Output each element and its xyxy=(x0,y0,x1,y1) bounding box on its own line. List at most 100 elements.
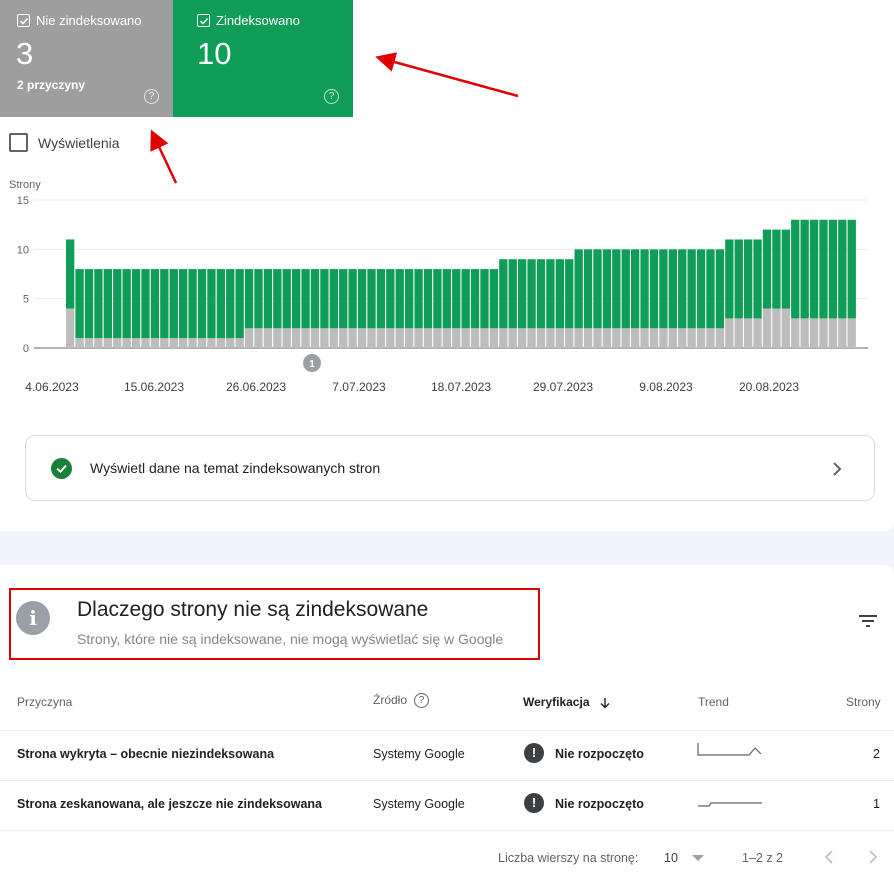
dropdown-arrow-icon[interactable] xyxy=(692,855,704,861)
bar-indexed xyxy=(809,219,819,319)
bar-indexed xyxy=(508,259,517,329)
bar-indexed xyxy=(640,249,649,329)
bar-not-indexed xyxy=(574,328,583,348)
bar-not-indexed xyxy=(753,318,762,348)
view-indexed-pages-link[interactable]: Wyświetl dane na temat zindeksowanych st… xyxy=(25,435,875,501)
bar-not-indexed xyxy=(216,338,225,348)
x-tick-label: 26.06.2023 xyxy=(226,380,286,394)
bar-indexed xyxy=(216,269,225,339)
bar-not-indexed xyxy=(329,328,338,348)
next-page-icon[interactable] xyxy=(866,848,880,866)
bar-not-indexed xyxy=(405,328,414,348)
bar-not-indexed xyxy=(706,328,715,348)
not-indexed-checkbox[interactable] xyxy=(17,14,30,27)
x-tick-label: 9.08.2023 xyxy=(639,380,693,394)
bar-not-indexed xyxy=(207,338,216,348)
bar-not-indexed xyxy=(273,328,282,348)
bar-indexed xyxy=(433,269,442,329)
row-validation: Nie rozpoczęto xyxy=(555,747,644,761)
bar-indexed xyxy=(414,269,423,329)
bar-not-indexed xyxy=(160,338,169,348)
bar-not-indexed xyxy=(536,328,546,348)
bar-indexed xyxy=(442,269,451,329)
y-tick-label: 15 xyxy=(17,195,29,207)
bar-not-indexed xyxy=(423,328,433,348)
bar-indexed xyxy=(659,249,668,329)
bar-not-indexed xyxy=(640,328,649,348)
bar-not-indexed xyxy=(461,328,470,348)
bar-indexed xyxy=(819,219,828,319)
not-indexed-tile[interactable]: Nie zindeksowano 3 2 przyczyny ? xyxy=(0,0,173,117)
bar-not-indexed xyxy=(762,308,772,348)
impressions-toggle[interactable]: Wyświetlenia xyxy=(9,133,120,152)
bar-not-indexed xyxy=(282,328,291,348)
bar-not-indexed xyxy=(583,328,593,348)
help-icon[interactable]: ? xyxy=(324,89,339,104)
bar-indexed xyxy=(744,239,753,319)
indexed-tile[interactable]: Zindeksowano 10 ? xyxy=(173,0,353,117)
bar-indexed xyxy=(583,249,593,329)
column-header-validation[interactable]: Weryfikacja xyxy=(523,695,611,709)
bar-not-indexed xyxy=(442,328,451,348)
bar-not-indexed xyxy=(696,328,706,348)
bar-not-indexed xyxy=(678,328,687,348)
help-icon[interactable]: ? xyxy=(414,693,430,709)
divider xyxy=(0,780,894,781)
bar-not-indexed xyxy=(470,328,480,348)
bar-indexed xyxy=(499,259,508,329)
bar-indexed xyxy=(150,269,160,339)
not-indexed-label: Nie zindeksowano xyxy=(36,13,142,28)
bar-not-indexed xyxy=(687,328,696,348)
bar-not-indexed xyxy=(621,328,630,348)
bar-indexed xyxy=(254,269,263,329)
bar-indexed xyxy=(348,269,357,329)
bar-indexed xyxy=(480,269,489,329)
bar-indexed xyxy=(339,269,348,329)
bar-not-indexed xyxy=(518,328,527,348)
row-source: Systemy Google xyxy=(373,797,465,811)
bar-indexed xyxy=(706,249,715,329)
bar-not-indexed xyxy=(339,328,348,348)
bar-not-indexed xyxy=(480,328,489,348)
bar-indexed xyxy=(696,249,706,329)
prev-page-icon[interactable] xyxy=(822,848,836,866)
not-indexed-reasons: 2 przyczyny xyxy=(17,78,86,92)
bar-indexed xyxy=(263,269,273,329)
row-validation: Nie rozpoczęto xyxy=(555,797,644,811)
help-icon[interactable]: ? xyxy=(144,89,159,104)
filter-icon[interactable] xyxy=(858,613,878,629)
bar-indexed xyxy=(179,269,188,339)
bar-indexed xyxy=(188,269,197,339)
column-header-reason[interactable]: Przyczyna xyxy=(17,695,72,709)
bar-not-indexed xyxy=(367,328,376,348)
exclamation-icon: ! xyxy=(524,793,544,813)
column-header-source[interactable]: Źródło? xyxy=(373,693,430,709)
bar-indexed xyxy=(536,259,546,329)
bar-indexed xyxy=(612,249,621,329)
bar-not-indexed xyxy=(734,318,743,348)
bar-not-indexed xyxy=(376,328,386,348)
bar-indexed xyxy=(310,269,320,329)
bar-not-indexed xyxy=(226,338,235,348)
bar-not-indexed xyxy=(414,328,423,348)
column-header-source-label: Źródło xyxy=(373,693,408,707)
bar-indexed xyxy=(66,239,75,309)
bar-not-indexed xyxy=(122,338,131,348)
column-header-pages[interactable]: Strony xyxy=(846,695,881,709)
impressions-checkbox[interactable] xyxy=(9,133,28,152)
rows-per-page-select[interactable]: 10 xyxy=(664,851,678,865)
bar-indexed xyxy=(762,229,772,309)
arrow-to-indexed xyxy=(375,52,519,98)
chevron-right-icon xyxy=(833,462,842,476)
bar-not-indexed xyxy=(301,328,310,348)
bar-not-indexed xyxy=(527,328,536,348)
indexed-checkbox[interactable] xyxy=(197,14,210,27)
bar-not-indexed xyxy=(452,328,461,348)
bar-indexed xyxy=(715,249,725,329)
check-circle-icon xyxy=(51,458,72,479)
sort-arrow-down-icon xyxy=(600,697,610,709)
bar-indexed xyxy=(781,229,790,309)
bar-not-indexed xyxy=(602,328,612,348)
bar-not-indexed xyxy=(546,328,555,348)
bar-indexed xyxy=(367,269,376,329)
